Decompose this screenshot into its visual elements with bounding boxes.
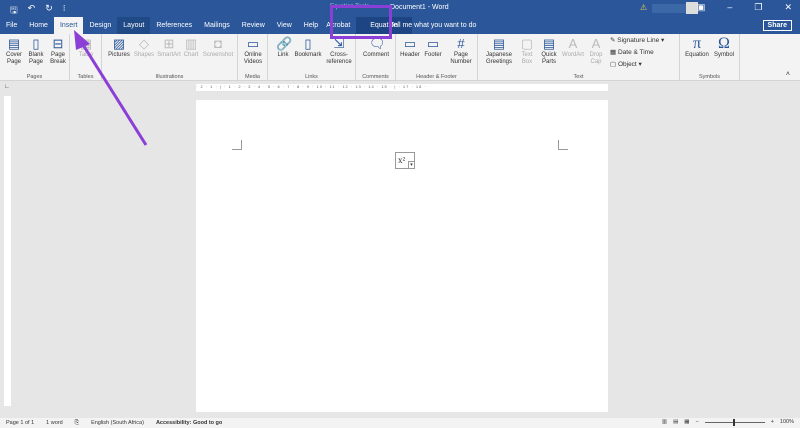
read-mode-icon[interactable]: ▥ — [662, 419, 667, 425]
zoom-in-button[interactable]: + — [771, 419, 774, 425]
language[interactable]: English (South Africa) — [91, 420, 144, 426]
proofing-icon[interactable]: ⎘ — [75, 420, 79, 427]
annotation-arrow — [74, 30, 148, 146]
print-layout-icon[interactable]: ▤ — [673, 419, 678, 425]
page-count[interactable]: Page 1 of 1 — [6, 420, 34, 426]
web-layout-icon[interactable]: ▦ — [684, 419, 689, 425]
zoom-level[interactable]: 100% — [780, 419, 794, 425]
zoom-controls: ▥ ▤ ▦ − + 100% — [662, 418, 794, 426]
accessibility-status[interactable]: Accessibility: Good to go — [156, 420, 222, 426]
word-count[interactable]: 1 word — [46, 420, 63, 426]
zoom-slider[interactable] — [704, 418, 765, 426]
zoom-out-button[interactable]: − — [695, 419, 698, 425]
